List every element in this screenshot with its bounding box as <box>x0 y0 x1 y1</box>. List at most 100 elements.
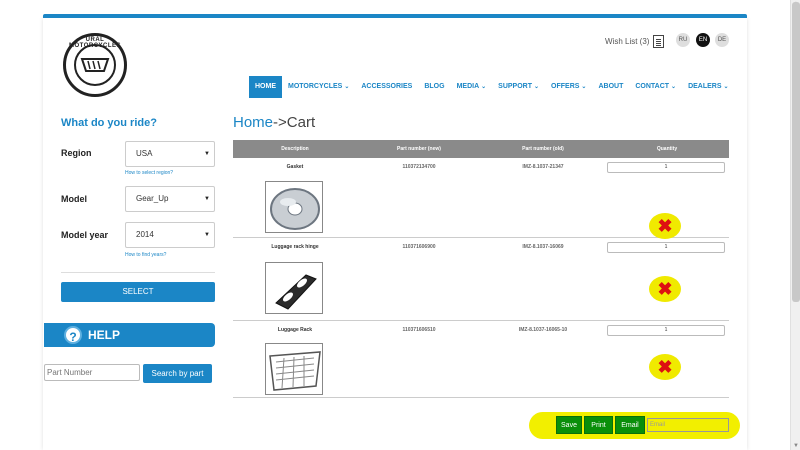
region-help-link[interactable]: How to select region? <box>125 170 173 176</box>
dropdown-arrow-icon: ▼ <box>204 196 210 202</box>
help-bar[interactable]: ? HELP <box>44 323 215 347</box>
year-label: Model year <box>61 230 109 240</box>
nav-support-label: SUPPORT <box>498 83 532 90</box>
remove-item-button[interactable]: ✖ <box>649 276 681 302</box>
breadcrumb-home-link[interactable]: Home <box>233 114 273 131</box>
nav-dealers-label: DEALERS <box>688 83 722 90</box>
select-button[interactable]: SELECT <box>61 282 215 302</box>
nav-home[interactable]: HOME <box>249 76 282 98</box>
item-part-new: 110372134700 <box>402 164 436 170</box>
logo-mark-icon <box>80 58 110 72</box>
dropdown-arrow-icon: ▼ <box>204 151 210 157</box>
item-part-new: 110371606900 <box>402 244 436 250</box>
close-icon: ✖ <box>657 278 673 299</box>
column-header: Part number (new) <box>397 146 441 152</box>
rack-icon <box>269 351 321 391</box>
model-label: Model <box>61 194 87 204</box>
question-icon: ? <box>64 326 82 344</box>
email-button[interactable]: Email <box>615 416 645 434</box>
sidebar-title: What do you ride? <box>61 117 157 129</box>
close-icon: ✖ <box>657 215 673 236</box>
table-row: Luggage rack hinge 110371606900 IMZ-8.10… <box>233 238 729 321</box>
nav-support[interactable]: SUPPORT ⌄ <box>492 76 545 98</box>
chevron-down-icon: ⌄ <box>481 84 487 90</box>
chevron-down-icon: ⌄ <box>344 84 350 90</box>
item-part-new: 110371606510 <box>402 327 436 333</box>
table-row: Luggage Rack 110371606510 IMZ-8.1037-160… <box>233 321 729 398</box>
wishlist-link[interactable]: Wish List (3) <box>605 35 665 48</box>
hinge-image[interactable] <box>265 262 323 314</box>
breadcrumb-current: ->Cart <box>273 114 316 131</box>
cart-table: Description Part number (new) Part numbe… <box>233 140 729 398</box>
nav-blog[interactable]: BLOG <box>418 76 450 98</box>
nav-home-label: HOME <box>255 83 276 90</box>
dropdown-arrow-icon: ▼ <box>204 232 210 238</box>
chevron-down-icon: ⌄ <box>581 84 587 90</box>
page-scrollbar[interactable]: ▲ ▼ <box>790 0 800 450</box>
email-field[interactable]: Email <box>647 418 729 432</box>
nav-blog-label: BLOG <box>424 83 445 90</box>
page: URAL MOTORCYCLES Wish List (3) RU EN DE … <box>0 0 800 450</box>
column-header: Part number (old) <box>522 146 564 152</box>
region-label: Region <box>61 148 92 158</box>
nav-contact-label: CONTACT <box>635 83 670 90</box>
item-part-old: IMZ-8.1037-16065-10 <box>518 327 568 333</box>
nav-accessories-label: ACCESSORIES <box>361 83 413 90</box>
save-button[interactable]: Save <box>556 416 582 434</box>
year-help-link[interactable]: How to find years? <box>125 252 166 258</box>
model-select[interactable]: Gear_Up ▼ <box>125 186 215 212</box>
nav-dealers[interactable]: DEALERS ⌄ <box>682 76 734 98</box>
item-part-old: IMZ-8.1037-16069 <box>522 244 564 250</box>
lang-de[interactable]: DE <box>715 33 729 47</box>
region-select[interactable]: USA ▼ <box>125 141 215 167</box>
item-description: Gasket <box>286 164 304 170</box>
quantity-input[interactable]: 1 <box>607 325 725 336</box>
nav-offers[interactable]: OFFERS ⌄ <box>545 76 592 98</box>
nav-motorcycles[interactable]: MOTORCYCLES ⌄ <box>282 76 355 98</box>
sidebar-divider <box>61 272 215 273</box>
item-part-old: IMZ-8.1037-21347 <box>522 164 564 170</box>
part-number-input[interactable] <box>44 364 140 381</box>
gasket-icon <box>270 188 320 230</box>
quantity-input[interactable]: 1 <box>607 242 725 253</box>
column-header: Quantity <box>656 146 678 152</box>
nav-media-label: MEDIA <box>456 83 480 90</box>
scroll-down-arrow-icon[interactable]: ▼ <box>792 442 800 450</box>
year-value: 2014 <box>136 230 154 239</box>
model-value: Gear_Up <box>136 194 169 203</box>
close-icon: ✖ <box>657 356 673 377</box>
item-description: Luggage rack hinge <box>271 244 319 250</box>
year-select[interactable]: 2014 ▼ <box>125 222 215 248</box>
main-nav: HOME MOTORCYCLES ⌄ ACCESSORIES BLOG MEDIA… <box>249 76 735 98</box>
ural-logo[interactable]: URAL MOTORCYCLES <box>63 33 127 97</box>
quantity-input[interactable]: 1 <box>607 162 725 173</box>
rack-image[interactable] <box>265 343 323 395</box>
print-button[interactable]: Print <box>584 416 613 434</box>
help-label: HELP <box>88 328 121 342</box>
page-title: Home->Cart <box>233 114 315 131</box>
chevron-down-icon: ⌄ <box>723 84 729 90</box>
chevron-down-icon: ⌄ <box>671 84 677 90</box>
search-by-part-button[interactable]: Search by part <box>143 364 212 383</box>
remove-item-button[interactable]: ✖ <box>649 213 681 239</box>
column-header: Description <box>281 146 309 152</box>
nav-accessories[interactable]: ACCESSORIES <box>355 76 418 98</box>
top-accent-bar <box>43 14 747 18</box>
table-row: Gasket 110372134700 IMZ-8.1037-21347 1 ✖ <box>233 158 729 239</box>
nav-contact[interactable]: CONTACT ⌄ <box>629 76 682 98</box>
wishlist-label: Wish List (3) <box>605 37 650 46</box>
scrollbar-thumb[interactable] <box>792 2 800 302</box>
region-value: USA <box>136 149 153 158</box>
nav-motorcycles-label: MOTORCYCLES <box>288 83 343 90</box>
lang-ru[interactable]: RU <box>676 33 690 47</box>
remove-item-button[interactable]: ✖ <box>649 354 681 380</box>
table-header: Description Part number (new) Part numbe… <box>233 140 729 158</box>
nav-about[interactable]: ABOUT <box>592 76 629 98</box>
gasket-image[interactable] <box>265 181 323 233</box>
lang-en[interactable]: EN <box>696 33 710 47</box>
nav-media[interactable]: MEDIA ⌄ <box>451 76 493 98</box>
nav-offers-label: OFFERS <box>551 83 580 90</box>
chevron-down-icon: ⌄ <box>534 84 540 90</box>
hinge-icon <box>275 274 317 310</box>
logo-emblem <box>74 44 116 86</box>
